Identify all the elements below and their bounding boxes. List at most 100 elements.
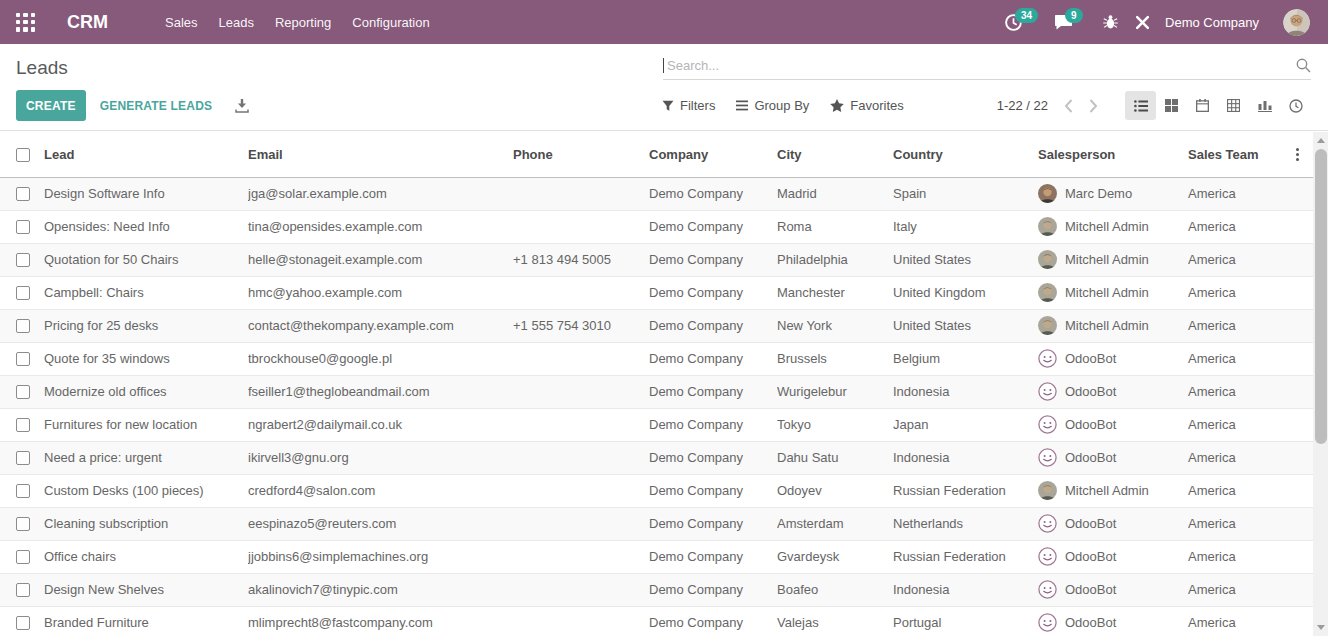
activities-icon[interactable]: 34 xyxy=(1004,9,1023,35)
lead-city: Tokyo xyxy=(777,408,893,441)
lead-country: United States xyxy=(893,243,1038,276)
col-header-salesperson[interactable]: Salesperson xyxy=(1038,132,1188,177)
lead-company: Demo Company xyxy=(649,441,777,474)
table-row[interactable]: Pricing for 25 desks contact@thekompany.… xyxy=(0,309,1313,342)
scroll-down-arrow[interactable] xyxy=(1317,625,1325,630)
row-checkbox[interactable] xyxy=(16,583,30,597)
table-row[interactable]: Branded Furniture mlimprecht8@fastcompan… xyxy=(0,606,1313,636)
lead-name: Custom Desks (100 pieces) xyxy=(44,474,248,507)
table-row[interactable]: Campbell: Chairs hmc@yahoo.example.com D… xyxy=(0,276,1313,309)
lead-country: United Kingdom xyxy=(893,276,1038,309)
row-checkbox[interactable] xyxy=(16,319,30,333)
select-all-checkbox[interactable] xyxy=(16,148,30,162)
star-icon xyxy=(830,99,844,112)
scroll-thumb[interactable] xyxy=(1315,149,1327,444)
lead-city: Amsterdam xyxy=(777,507,893,540)
menu-sales[interactable]: Sales xyxy=(165,15,198,30)
col-header-city[interactable]: City xyxy=(777,132,893,177)
favorites-button[interactable]: Favorites xyxy=(830,98,903,113)
view-graph-button[interactable] xyxy=(1249,91,1280,120)
row-checkbox[interactable] xyxy=(16,220,30,234)
salesperson-avatar xyxy=(1038,316,1057,335)
row-checkbox[interactable] xyxy=(16,253,30,267)
table-row[interactable]: Furnitures for new location ngrabert2@da… xyxy=(0,408,1313,441)
col-header-country[interactable]: Country xyxy=(893,132,1038,177)
menu-leads[interactable]: Leads xyxy=(219,15,254,30)
bug-icon[interactable] xyxy=(1102,9,1119,35)
optional-columns-icon[interactable] xyxy=(1290,148,1304,161)
row-checkbox[interactable] xyxy=(16,352,30,366)
table-row[interactable]: Need a price: urgent ikirvell3@gnu.org D… xyxy=(0,441,1313,474)
pager-previous[interactable] xyxy=(1056,99,1081,113)
lead-city: Boafeo xyxy=(777,573,893,606)
vertical-scrollbar[interactable] xyxy=(1313,132,1328,636)
lead-company: Demo Company xyxy=(649,375,777,408)
view-kanban-button[interactable] xyxy=(1156,91,1187,120)
lead-city: Wurigelebur xyxy=(777,375,893,408)
row-checkbox[interactable] xyxy=(16,550,30,564)
messages-icon[interactable]: 9 xyxy=(1054,9,1073,35)
col-header-phone[interactable]: Phone xyxy=(513,132,649,177)
row-checkbox[interactable] xyxy=(16,187,30,201)
table-row[interactable]: Cleaning subscription eespinazo5@reuters… xyxy=(0,507,1313,540)
table-row[interactable]: Quotation for 50 Chairs helle@stonageit.… xyxy=(0,243,1313,276)
row-checkbox[interactable] xyxy=(16,451,30,465)
row-checkbox[interactable] xyxy=(16,286,30,300)
user-avatar[interactable] xyxy=(1283,9,1310,36)
scroll-up-arrow[interactable] xyxy=(1317,138,1325,143)
lead-country: Netherlands xyxy=(893,507,1038,540)
lead-country: United States xyxy=(893,309,1038,342)
row-checkbox[interactable] xyxy=(16,616,30,630)
lead-name: Campbell: Chairs xyxy=(44,276,248,309)
search-icon[interactable] xyxy=(1296,58,1311,73)
apps-menu-icon[interactable] xyxy=(16,13,35,32)
view-pivot-button[interactable] xyxy=(1218,91,1249,120)
lead-name: Need a price: urgent xyxy=(44,441,248,474)
row-checkbox[interactable] xyxy=(16,484,30,498)
table-row[interactable]: Quote for 35 windows tbrockhouse0@google… xyxy=(0,342,1313,375)
table-row[interactable]: Opensides: Need Info tina@opensides.exam… xyxy=(0,210,1313,243)
salesperson-avatar xyxy=(1038,613,1057,632)
app-brand[interactable]: CRM xyxy=(67,12,108,33)
col-header-lead[interactable]: Lead xyxy=(44,132,248,177)
lead-company: Demo Company xyxy=(649,540,777,573)
row-checkbox[interactable] xyxy=(16,517,30,531)
create-button[interactable]: CREATE xyxy=(16,90,86,121)
table-row[interactable]: Design New Shelves akalinovich7@tinypic.… xyxy=(0,573,1313,606)
table-row[interactable]: Office chairs jjobbins6@simplemachines.o… xyxy=(0,540,1313,573)
col-header-company[interactable]: Company xyxy=(649,132,777,177)
company-switcher[interactable]: Demo Company xyxy=(1165,15,1259,30)
view-calendar-button[interactable] xyxy=(1187,91,1218,120)
row-checkbox[interactable] xyxy=(16,385,30,399)
view-list-button[interactable] xyxy=(1125,91,1156,120)
main-menu: Sales Leads Reporting Configuration xyxy=(165,15,430,30)
export-icon[interactable] xyxy=(235,99,249,113)
col-header-email[interactable]: Email xyxy=(248,132,513,177)
lead-email: hmc@yahoo.example.com xyxy=(248,276,513,309)
menu-reporting[interactable]: Reporting xyxy=(275,15,331,30)
search-input[interactable]: Search... xyxy=(663,58,1311,80)
menu-configuration[interactable]: Configuration xyxy=(352,15,429,30)
lead-phone xyxy=(513,342,649,375)
row-checkbox[interactable] xyxy=(16,418,30,432)
table-row[interactable]: Custom Desks (100 pieces) credford4@salo… xyxy=(0,474,1313,507)
lead-name: Cleaning subscription xyxy=(44,507,248,540)
lead-country: Indonesia xyxy=(893,573,1038,606)
table-row[interactable]: Design Software Info jga@solar.example.c… xyxy=(0,177,1313,210)
group-by-button[interactable]: Group By xyxy=(736,98,809,113)
lead-phone xyxy=(513,177,649,210)
table-row[interactable]: Modernize old offices fseiller1@theglobe… xyxy=(0,375,1313,408)
filters-button[interactable]: Filters xyxy=(662,98,715,113)
lead-name: Design New Shelves xyxy=(44,573,248,606)
lead-country: Italy xyxy=(893,210,1038,243)
lead-name: Quotation for 50 Chairs xyxy=(44,243,248,276)
salesperson-name: OdooBot xyxy=(1065,417,1116,432)
generate-leads-button[interactable]: GENERATE LEADS xyxy=(100,99,213,113)
table-header-row: Lead Email Phone Company City Country Sa… xyxy=(0,132,1313,177)
messages-badge: 9 xyxy=(1065,8,1083,23)
pager-next[interactable] xyxy=(1081,99,1106,113)
tools-icon[interactable] xyxy=(1134,9,1151,35)
view-activity-button[interactable] xyxy=(1280,91,1311,120)
col-header-sales-team[interactable]: Sales Team xyxy=(1188,132,1290,177)
lead-company: Demo Company xyxy=(649,606,777,636)
